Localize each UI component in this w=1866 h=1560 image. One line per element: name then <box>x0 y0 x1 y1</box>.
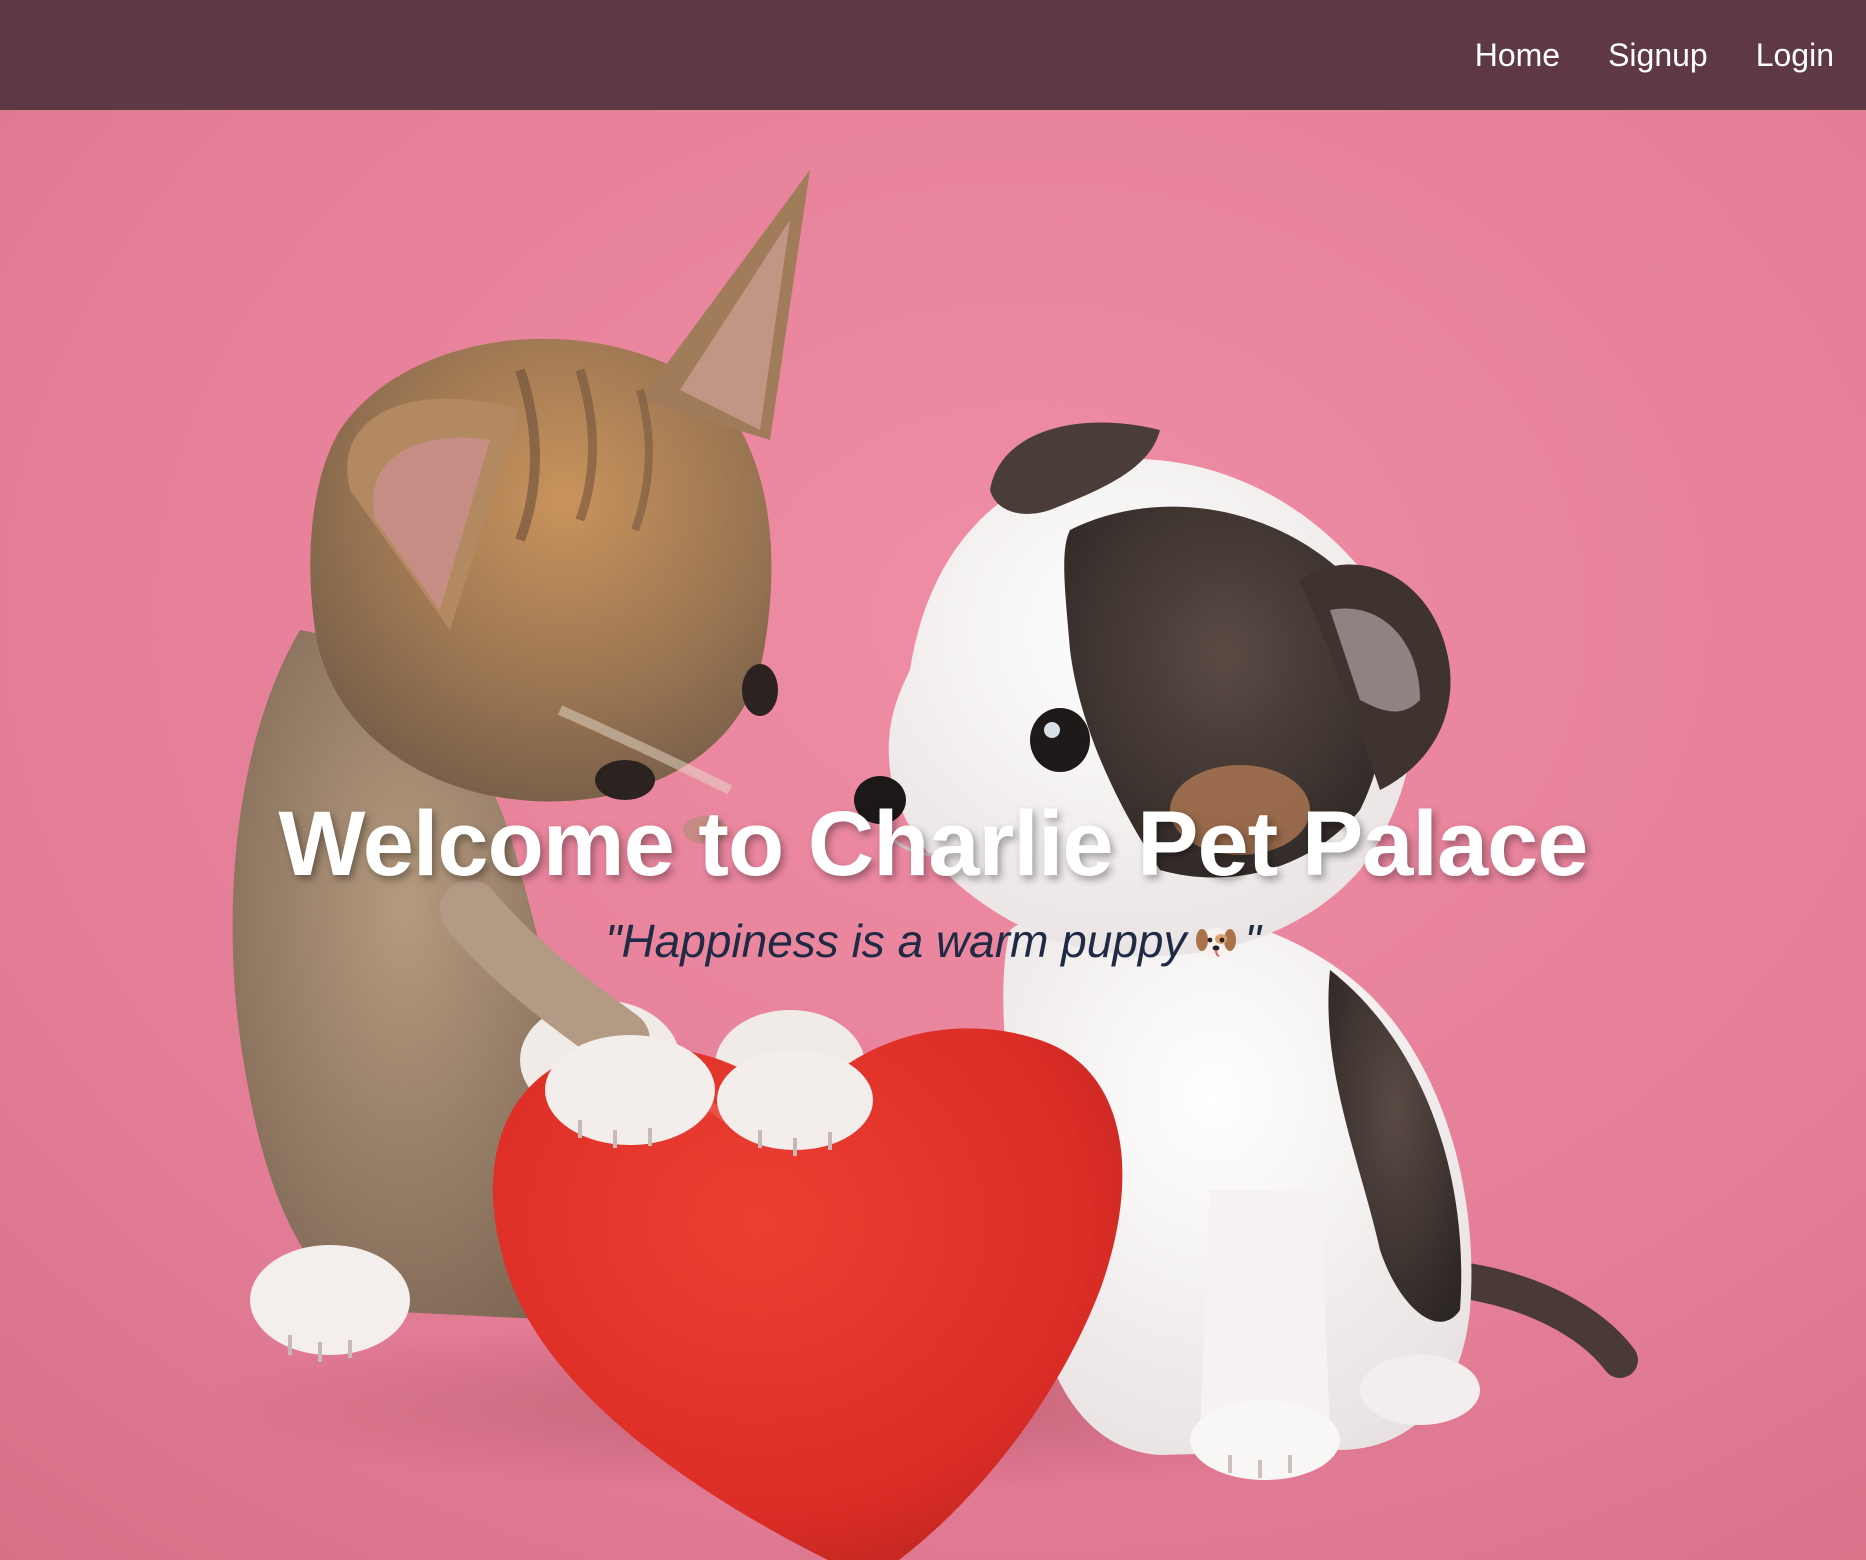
nav-signup-link[interactable]: Signup <box>1608 37 1708 74</box>
hero-quote: "Happiness is a warm puppy " <box>0 914 1866 968</box>
page: Home Signup Login Welcome to Charlie Pet… <box>0 0 1866 1560</box>
top-navbar: Home Signup Login <box>0 0 1866 110</box>
hero-quote-close: " <box>1244 915 1261 967</box>
nav-login-link[interactable]: Login <box>1756 37 1834 74</box>
hero-quote-text: "Happiness is a warm puppy <box>605 915 1187 967</box>
hero-section: Welcome to Charlie Pet Palace "Happiness… <box>0 110 1866 1560</box>
dog-face-icon <box>1195 927 1236 958</box>
hero-title: Welcome to Charlie Pet Palace <box>278 792 1589 895</box>
nav-home-link[interactable]: Home <box>1475 37 1560 74</box>
